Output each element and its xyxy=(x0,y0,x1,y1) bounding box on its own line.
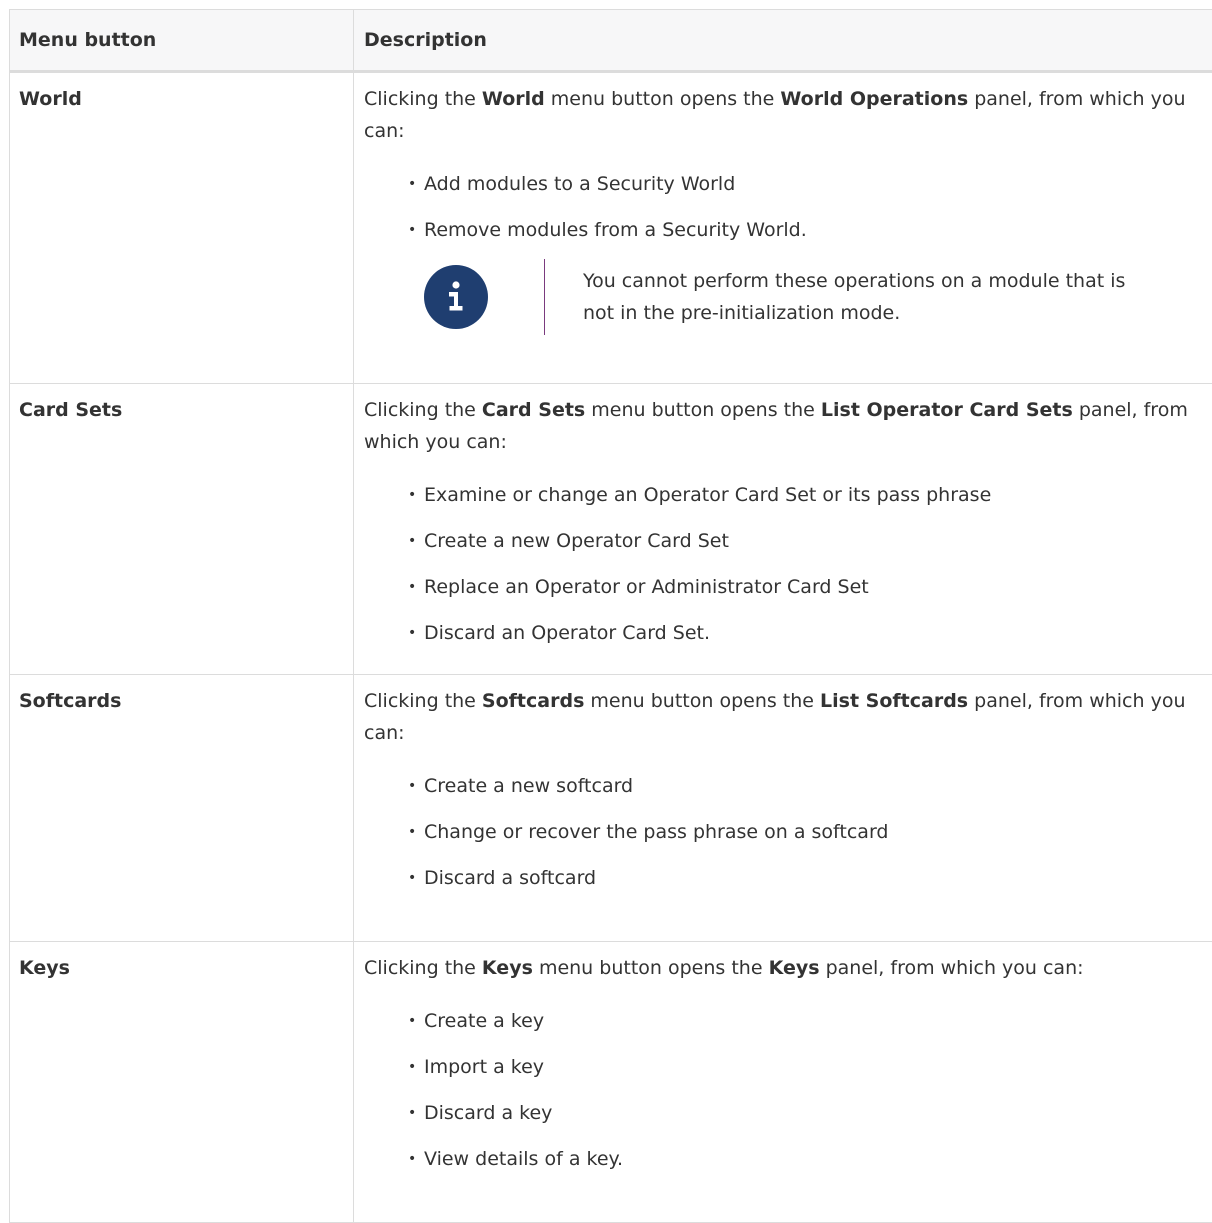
table-row-card-sets: Card Sets Clicking the Card Sets menu bu… xyxy=(10,384,1212,675)
description-intro: Clicking the Softcards menu button opens… xyxy=(364,685,1203,749)
list-item: Add modules to a Security World xyxy=(424,161,1203,207)
column-header-description: Description xyxy=(354,10,1212,72)
list-item: Import a key xyxy=(424,1044,1203,1090)
intro-bold-panel: List Softcards xyxy=(820,690,968,712)
intro-text: Clicking the xyxy=(364,690,482,712)
column-header-menu-button: Menu button xyxy=(10,10,354,72)
intro-text: menu button opens the xyxy=(545,88,781,110)
description-intro: Clicking the World menu button opens the… xyxy=(364,83,1203,147)
list-item: Create a new softcard xyxy=(424,763,1203,809)
note-divider xyxy=(544,259,545,335)
intro-text: panel, from which you can: xyxy=(820,957,1084,979)
intro-text: Clicking the xyxy=(364,88,482,110)
list-item: Change or recover the pass phrase on a s… xyxy=(424,809,1203,855)
description-intro: Clicking the Card Sets menu button opens… xyxy=(364,394,1203,458)
menu-button-table: Menu button Description World Clicking t… xyxy=(9,9,1212,1223)
description-cell: Clicking the Softcards menu button opens… xyxy=(354,675,1212,942)
intro-bold-panel: Keys xyxy=(769,957,820,979)
info-icon xyxy=(424,265,488,329)
menu-button-name: Card Sets xyxy=(10,384,354,675)
intro-bold-term: World xyxy=(482,88,545,110)
table-row-world: World Clicking the World menu button ope… xyxy=(10,72,1212,384)
intro-text: menu button opens the xyxy=(584,690,820,712)
description-cell: Clicking the World menu button opens the… xyxy=(354,72,1212,384)
intro-text: Clicking the xyxy=(364,957,482,979)
menu-button-name: World xyxy=(10,72,354,384)
description-intro: Clicking the Keys menu button opens the … xyxy=(364,952,1203,984)
menu-button-name: Keys xyxy=(10,942,354,1223)
table-row-softcards: Softcards Clicking the Softcards menu bu… xyxy=(10,675,1212,942)
list-item: Discard a key xyxy=(424,1090,1203,1136)
intro-bold-panel: World Operations xyxy=(780,88,968,110)
intro-bold-term: Keys xyxy=(482,957,533,979)
description-cell: Clicking the Card Sets menu button opens… xyxy=(354,384,1212,675)
operations-list: Add modules to a Security World Remove m… xyxy=(364,161,1203,253)
intro-text: menu button opens the xyxy=(585,399,821,421)
operations-list: Examine or change an Operator Card Set o… xyxy=(364,472,1203,656)
table-header-row: Menu button Description xyxy=(10,10,1212,72)
list-item: Create a new Operator Card Set xyxy=(424,518,1203,564)
admonition-note: You cannot perform these operations on a… xyxy=(424,259,1203,335)
list-item: Replace an Operator or Administrator Car… xyxy=(424,564,1203,610)
note-text: You cannot perform these operations on a… xyxy=(583,265,1143,329)
operations-list: Create a new softcard Change or recover … xyxy=(364,763,1203,901)
intro-text: menu button opens the xyxy=(533,957,769,979)
list-item: Create a key xyxy=(424,998,1203,1044)
table-row-keys: Keys Clicking the Keys menu button opens… xyxy=(10,942,1212,1223)
list-item: Discard an Operator Card Set. xyxy=(424,610,1203,656)
intro-bold-term: Softcards xyxy=(482,690,584,712)
intro-text: Clicking the xyxy=(364,399,482,421)
operations-list: Create a key Import a key Discard a key … xyxy=(364,998,1203,1182)
list-item: View details of a key. xyxy=(424,1136,1203,1182)
description-cell: Clicking the Keys menu button opens the … xyxy=(354,942,1212,1223)
list-item: Examine or change an Operator Card Set o… xyxy=(424,472,1203,518)
intro-bold-term: Card Sets xyxy=(482,399,585,421)
intro-bold-panel: List Operator Card Sets xyxy=(821,399,1073,421)
list-item: Discard a softcard xyxy=(424,855,1203,901)
list-item: Remove modules from a Security World. xyxy=(424,207,1203,253)
menu-button-name: Softcards xyxy=(10,675,354,942)
